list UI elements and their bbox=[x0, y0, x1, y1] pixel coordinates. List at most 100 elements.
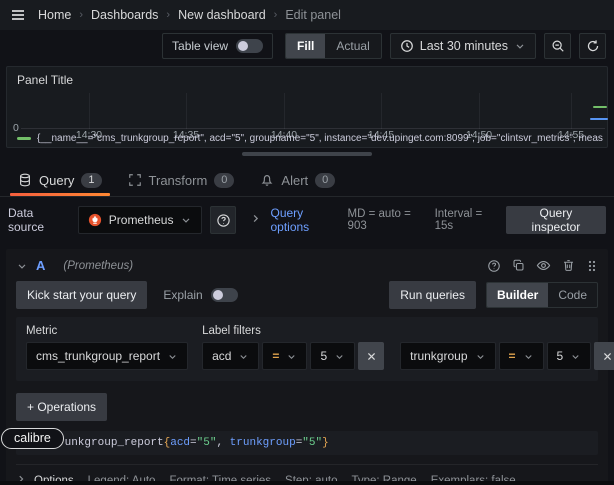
tab-transform-label: Transform bbox=[149, 173, 208, 188]
gridline bbox=[479, 93, 480, 129]
metric-label: Metric bbox=[26, 325, 188, 337]
max-data-points-hint: MD = auto = 903 bbox=[348, 208, 426, 232]
builder-mode-button[interactable]: Builder bbox=[487, 283, 548, 307]
filter-1-op: = bbox=[272, 349, 279, 363]
preview-brace: } bbox=[322, 437, 329, 449]
code-mode-button[interactable]: Code bbox=[548, 283, 597, 307]
top-nav: Home › Dashboards › New dashboard › Edit… bbox=[0, 0, 614, 30]
query-help-icon[interactable] bbox=[487, 259, 501, 273]
filter-2-op-select[interactable]: = bbox=[499, 342, 544, 370]
toggle-visibility-icon[interactable] bbox=[536, 258, 551, 273]
preview-eq: = bbox=[190, 437, 197, 449]
datasource-label: Data source bbox=[8, 206, 68, 234]
panel-toolbar: Table view Fill Actual Last 30 minutes bbox=[0, 30, 614, 62]
breadcrumb-separator: › bbox=[79, 9, 83, 21]
table-view-toggle[interactable] bbox=[236, 39, 263, 53]
tab-alert-badge: 0 bbox=[315, 173, 335, 188]
menu-icon[interactable] bbox=[10, 7, 26, 23]
transform-icon bbox=[128, 173, 142, 187]
table-view-label: Table view bbox=[172, 39, 228, 53]
actual-button[interactable]: Actual bbox=[325, 34, 380, 58]
datasource-picker[interactable]: Prometheus bbox=[78, 206, 203, 234]
refresh-icon bbox=[586, 39, 600, 53]
metric-select[interactable]: cms_trunkgroup_report bbox=[26, 342, 188, 370]
zoom-out-icon bbox=[551, 39, 565, 53]
filter-2-value-select[interactable]: 5 bbox=[547, 342, 592, 370]
fill-button[interactable]: Fill bbox=[286, 34, 325, 58]
legend-series-label[interactable]: {__name__="cms_trunkgroup_report", acd="… bbox=[37, 133, 603, 144]
query-editor-card: A (Prometheus) Kic bbox=[6, 249, 608, 485]
duplicate-query-icon[interactable] bbox=[512, 259, 525, 272]
breadcrumb-separator: › bbox=[166, 9, 170, 21]
bottom-edge bbox=[0, 481, 614, 485]
query-inspector-button[interactable]: Query inspector bbox=[506, 206, 606, 234]
breadcrumb-separator: › bbox=[274, 9, 278, 21]
metric-field: Metric cms_trunkgroup_report bbox=[26, 325, 188, 370]
query-options-toggle[interactable]: Query options bbox=[270, 206, 338, 234]
editor-mode-group: Builder Code bbox=[486, 282, 598, 308]
tab-alert-label: Alert bbox=[281, 173, 308, 188]
preview-label: trunkgroup bbox=[230, 437, 296, 449]
breadcrumb-home[interactable]: Home bbox=[38, 8, 71, 22]
zoom-out-button[interactable] bbox=[544, 33, 571, 59]
query-builder: Metric cms_trunkgroup_report Label filte… bbox=[16, 317, 598, 381]
remove-filter-2-button[interactable] bbox=[594, 342, 614, 370]
time-range-label: Last 30 minutes bbox=[420, 39, 508, 53]
datasource-name: Prometheus bbox=[109, 213, 174, 227]
label-filters-label: Label filters bbox=[202, 325, 614, 337]
tab-transform[interactable]: Transform 0 bbox=[118, 164, 245, 196]
delete-query-icon[interactable] bbox=[562, 259, 575, 272]
preview-comma: , bbox=[216, 437, 229, 449]
collapse-chevron-icon[interactable] bbox=[16, 260, 28, 272]
gridline bbox=[284, 93, 285, 129]
filter-1-label: acd bbox=[212, 349, 231, 363]
refresh-button[interactable] bbox=[579, 33, 606, 59]
query-options-group: Query options MD = auto = 903 Interval =… bbox=[250, 206, 497, 234]
tab-query-badge: 1 bbox=[81, 173, 101, 188]
query-row-header[interactable]: A (Prometheus) bbox=[6, 254, 608, 279]
view-mode-group: Fill Actual bbox=[285, 33, 382, 59]
filter-1-op-select[interactable]: = bbox=[262, 342, 307, 370]
panel-title: Panel Title bbox=[7, 67, 607, 87]
remove-filter-1-button[interactable] bbox=[358, 342, 384, 370]
gridline bbox=[571, 93, 572, 129]
toggle-knob bbox=[238, 41, 248, 51]
filter-2-value: 5 bbox=[557, 349, 564, 363]
gridline bbox=[89, 93, 90, 129]
tab-query[interactable]: Query 1 bbox=[8, 164, 112, 196]
chevron-right-icon bbox=[250, 213, 261, 227]
chevron-down-icon bbox=[514, 40, 526, 52]
preview-value: "5" bbox=[197, 437, 217, 449]
breadcrumb-dashboards[interactable]: Dashboards bbox=[91, 8, 158, 22]
tab-alert[interactable]: Alert 0 bbox=[250, 164, 345, 196]
label-filters-field: Label filters acd = 5 bbox=[202, 325, 614, 370]
kick-start-query-button[interactable]: Kick start your query bbox=[16, 281, 147, 309]
datasource-help-button[interactable] bbox=[210, 206, 236, 234]
query-toolbar: Kick start your query Explain Run querie… bbox=[6, 279, 608, 315]
filter-2-label-select[interactable]: trunkgroup bbox=[400, 342, 495, 370]
table-view-group: Table view bbox=[162, 33, 273, 59]
chevron-down-icon bbox=[180, 214, 192, 226]
series-green-segment bbox=[593, 106, 607, 108]
explain-toggle[interactable] bbox=[211, 288, 238, 302]
prometheus-icon bbox=[88, 213, 102, 227]
breadcrumb-new-dashboard[interactable]: New dashboard bbox=[178, 8, 266, 22]
panel-preview[interactable]: Panel Title 0 14:30 14:35 14:40 14:45 14… bbox=[6, 66, 608, 148]
chevron-down-icon bbox=[167, 351, 178, 362]
explain-group: Explain bbox=[163, 288, 237, 302]
add-operations-button[interactable]: + Operations bbox=[16, 393, 107, 421]
datasource-row: Data source Prometheus Query options MD … bbox=[0, 197, 614, 243]
clock-icon bbox=[400, 39, 414, 53]
filter-1-value-select[interactable]: 5 bbox=[310, 342, 355, 370]
metric-value: cms_trunkgroup_report bbox=[36, 349, 160, 363]
time-range-picker[interactable]: Last 30 minutes bbox=[390, 33, 536, 59]
grafana-edit-panel: Home › Dashboards › New dashboard › Edit… bbox=[0, 0, 614, 485]
explain-label: Explain bbox=[163, 288, 202, 302]
drag-handle-icon[interactable] bbox=[586, 259, 598, 273]
pane-resize-handle[interactable] bbox=[242, 152, 372, 156]
close-icon bbox=[602, 351, 613, 362]
filter-2-op: = bbox=[509, 349, 516, 363]
run-queries-button[interactable]: Run queries bbox=[389, 281, 476, 309]
chart-legend[interactable]: {__name__="cms_trunkgroup_report", acd="… bbox=[17, 133, 603, 144]
filter-1-label-select[interactable]: acd bbox=[202, 342, 259, 370]
